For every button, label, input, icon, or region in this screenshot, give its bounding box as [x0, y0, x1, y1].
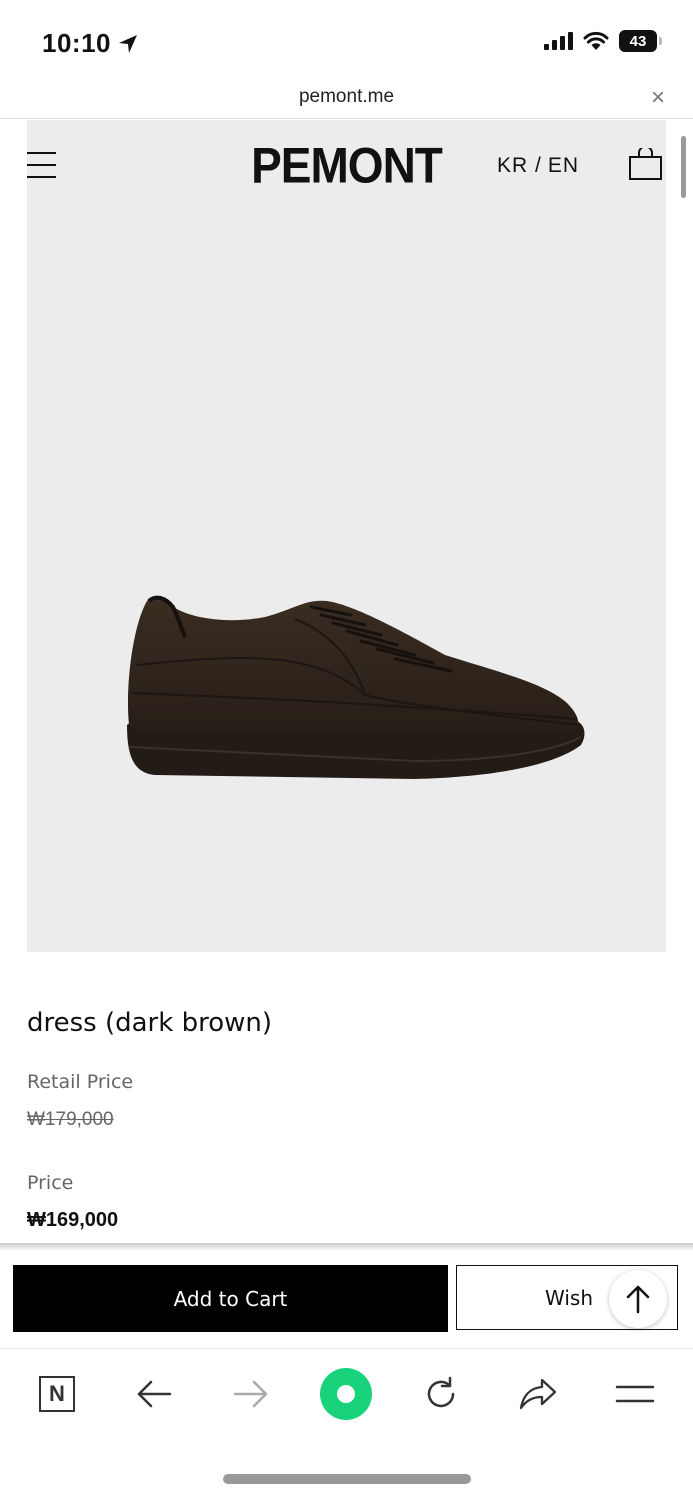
language-switcher: KR / EN: [497, 154, 579, 178]
toolbar-divider: [0, 1348, 693, 1349]
battery-level: 43: [629, 32, 647, 50]
cellular-signal-icon: [544, 32, 573, 50]
url-bar[interactable]: pemont.me: [0, 86, 693, 108]
back-button[interactable]: [124, 1362, 184, 1426]
refresh-button[interactable]: [411, 1362, 471, 1426]
retail-price-label: Retail Price: [27, 1071, 134, 1093]
naver-n-icon: N: [39, 1376, 75, 1412]
add-to-cart-button[interactable]: Add to Cart: [13, 1265, 448, 1332]
share-icon: [519, 1378, 557, 1410]
green-dot-button[interactable]: [316, 1362, 376, 1426]
wifi-icon: [583, 31, 609, 50]
menu-icon: [615, 1385, 655, 1403]
browser-toolbar: N: [0, 1362, 693, 1426]
lang-kr-link[interactable]: KR /: [497, 154, 542, 178]
arrow-right-icon: [233, 1380, 268, 1408]
product-image-shoe: [127, 595, 585, 779]
arrow-left-icon: [137, 1380, 172, 1408]
naver-n-label: N: [49, 1381, 65, 1406]
refresh-icon: [427, 1376, 455, 1408]
sticky-bar-shadow: [0, 1243, 693, 1251]
product-title: dress (dark brown): [27, 1008, 272, 1038]
status-time: 10:10: [42, 28, 139, 59]
home-indicator[interactable]: [223, 1474, 471, 1484]
close-button[interactable]: ×: [651, 84, 665, 112]
divider: [0, 118, 693, 119]
lang-en-link[interactable]: EN: [548, 154, 579, 178]
battery-icon: 43: [619, 30, 662, 52]
menu-button[interactable]: [605, 1362, 665, 1426]
price-value: ₩169,000: [27, 1209, 119, 1231]
shopping-bag-icon[interactable]: [628, 148, 664, 182]
location-arrow-icon: [119, 34, 137, 53]
retail-price-value: ₩179,000: [27, 1109, 114, 1130]
share-button[interactable]: [508, 1362, 568, 1426]
price-label: Price: [27, 1172, 74, 1194]
forward-button[interactable]: [221, 1362, 281, 1426]
arrow-up-icon: [626, 1285, 650, 1314]
clock-text: 10:10: [42, 28, 111, 58]
naver-home-button[interactable]: N: [27, 1362, 87, 1426]
product-image-area: [27, 120, 666, 952]
brand-logo[interactable]: PEMONT: [0, 136, 693, 194]
green-dot-icon: [320, 1368, 372, 1420]
scrollbar[interactable]: [681, 136, 686, 198]
wish-label: Wish: [545, 1285, 593, 1310]
status-icons: 43: [543, 30, 662, 52]
scroll-to-top-button[interactable]: [609, 1270, 667, 1328]
